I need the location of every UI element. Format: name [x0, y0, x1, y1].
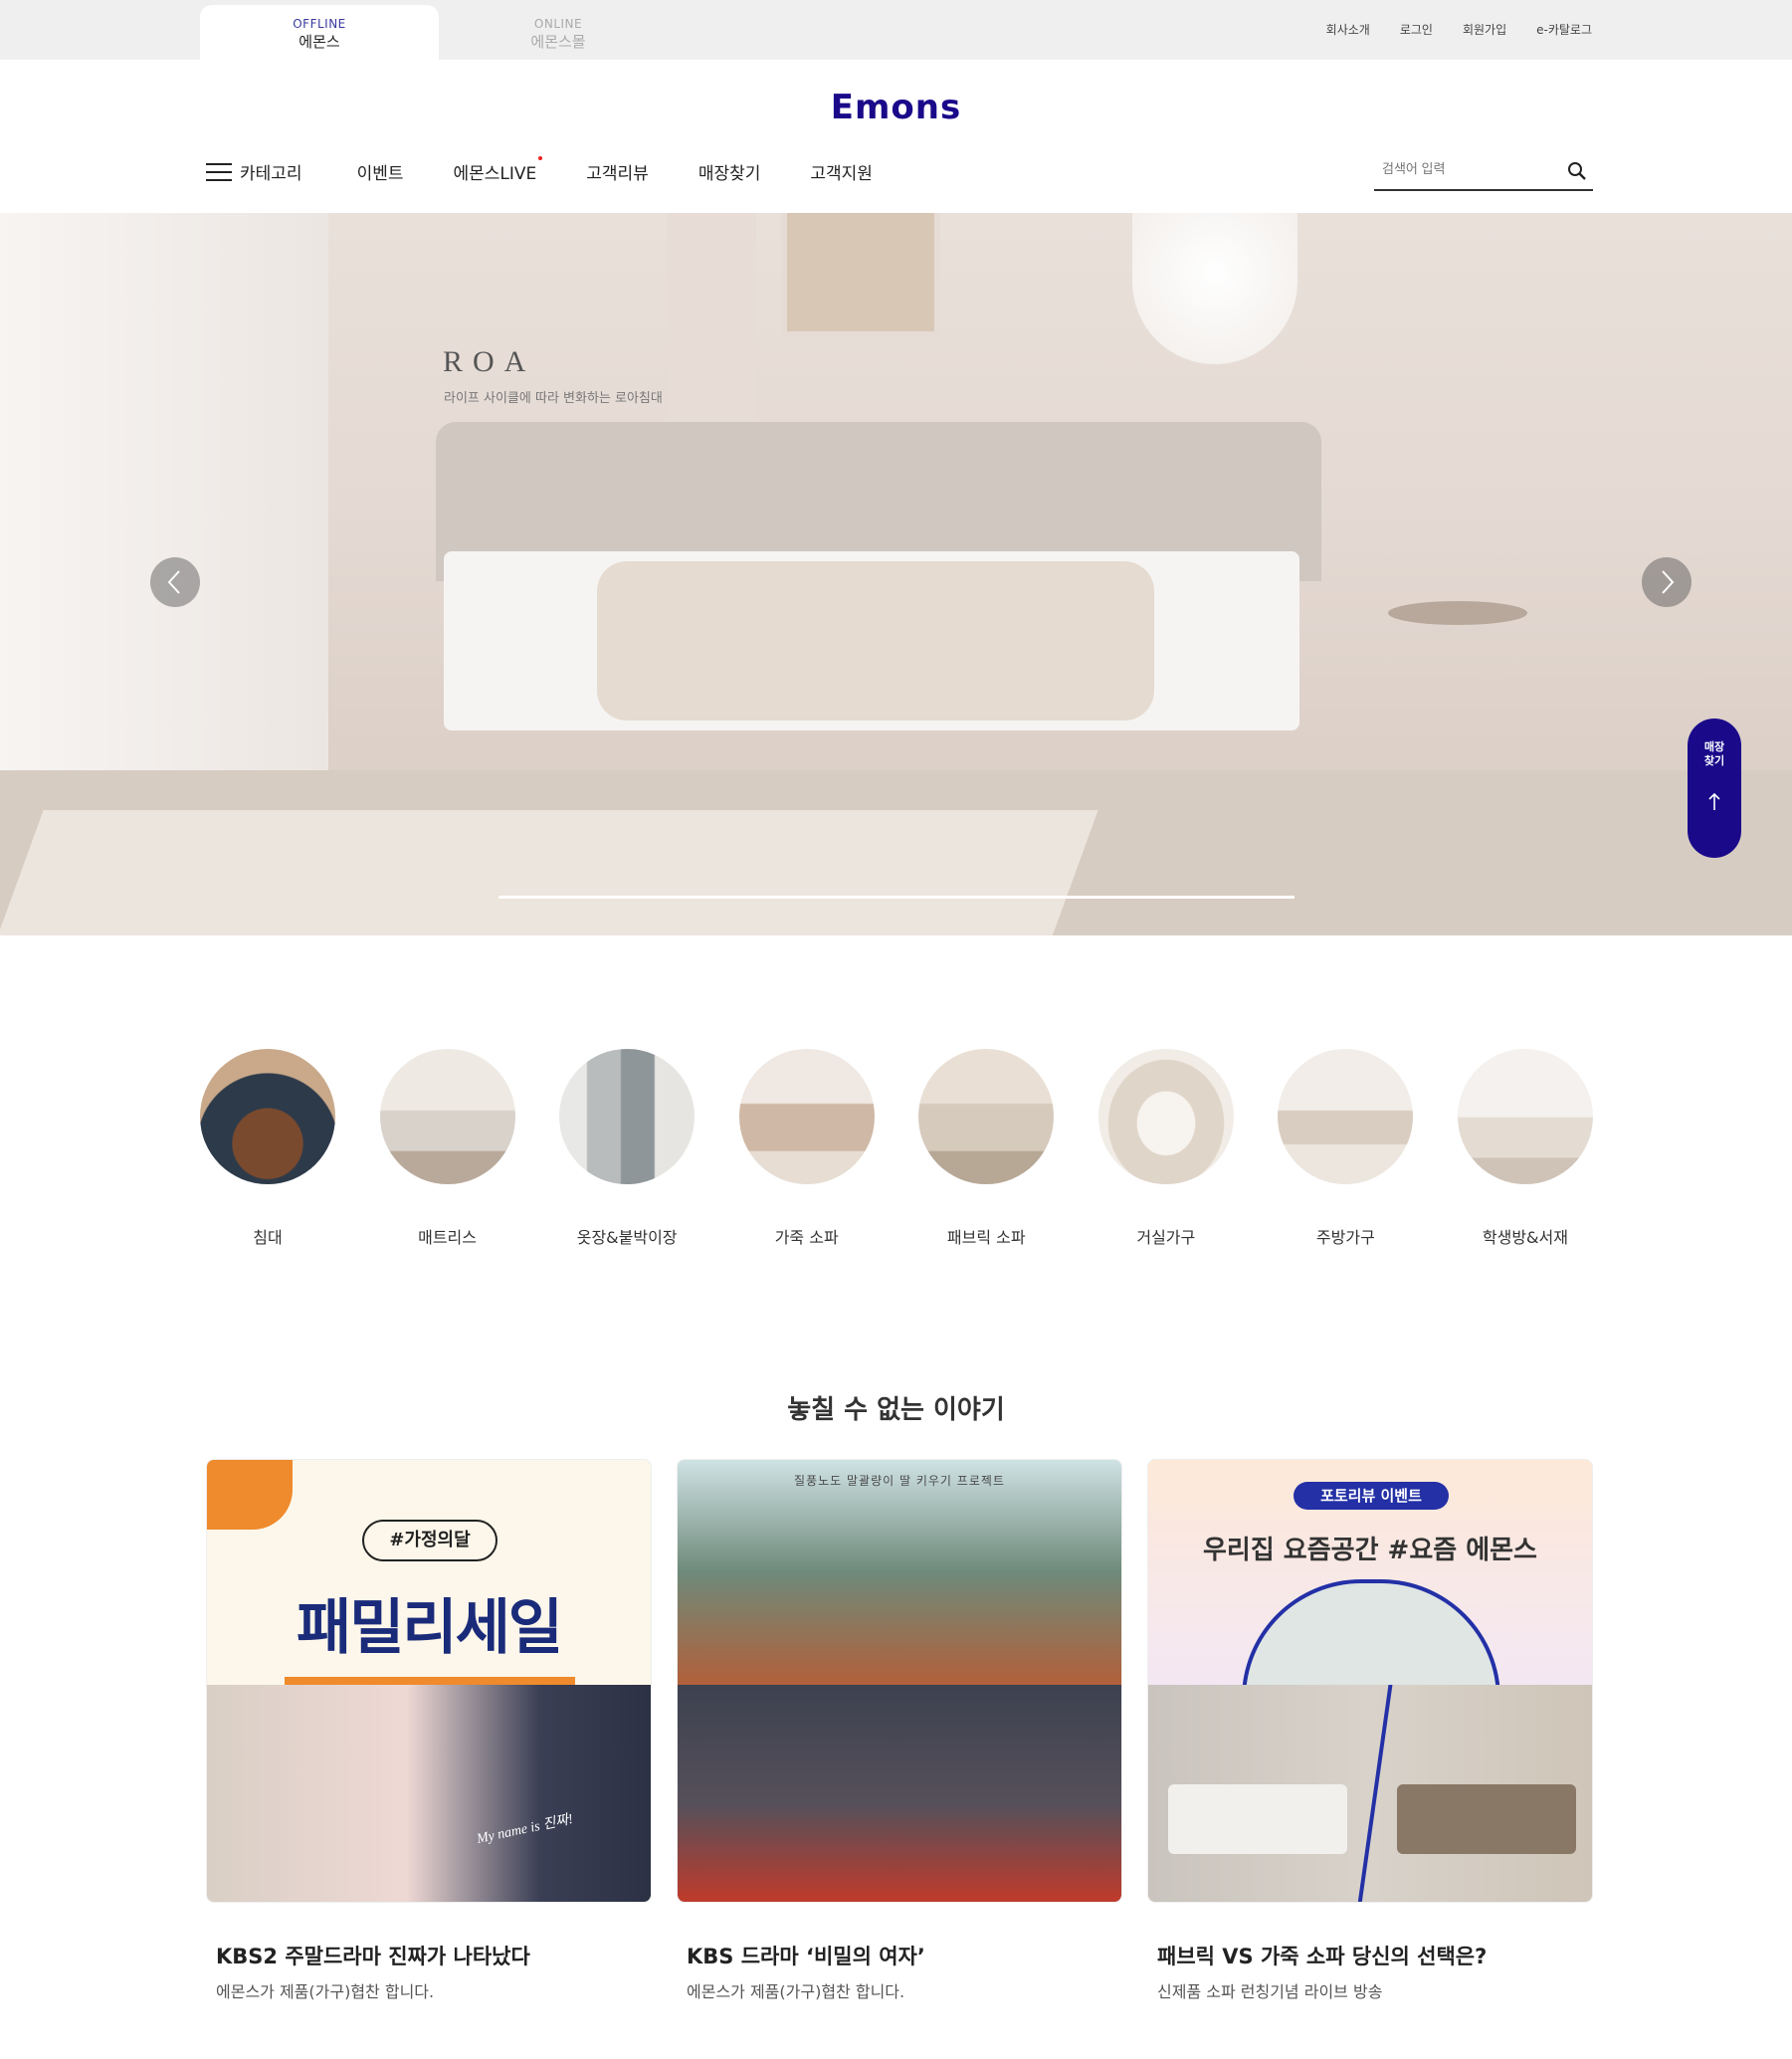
story-card-subtitle: 신제품 소파 런칭기념 라이브 방송 [1157, 1982, 1383, 2001]
tab-online-small: ONLINE [533, 17, 583, 31]
category-label: 매트리스 [418, 1228, 477, 1247]
divider-line [1357, 1685, 1393, 1902]
chevron-left-icon [167, 570, 180, 594]
story-card-subtitle: 에몬스가 제품(가구)협찬 합니다. [216, 1982, 435, 2001]
category-fabric-sofa[interactable]: 패브릭 소파 [918, 1049, 1055, 1248]
category-kitchen-image [1278, 1049, 1414, 1184]
link-company[interactable]: 회사소개 [1326, 21, 1370, 38]
card1-image-title: 패밀리세일 [297, 1593, 563, 1663]
category-menu-button[interactable]: 카테고리 [206, 159, 302, 184]
category-label: 주방가구 [1315, 1228, 1375, 1247]
category-study-image [1457, 1049, 1593, 1184]
search-input[interactable] [1374, 155, 1553, 182]
leather-sofa-shape [1397, 1784, 1576, 1854]
category-label: 학생방&서재 [1482, 1228, 1568, 1247]
hero-next-button[interactable] [1642, 557, 1692, 607]
bed-throw [597, 561, 1154, 721]
card1-hashtag: #가정의달 [362, 1520, 498, 1561]
category-bed[interactable]: 침대 [200, 1049, 335, 1248]
story-card[interactable]: #가정의달 패밀리세일 My name is 진짜! KBS2 주말드라마 진짜… [206, 1459, 652, 2002]
category-label: 옷장&붙박이장 [576, 1228, 678, 1247]
story-card-image: #가정의달 패밀리세일 My name is 진짜! [206, 1459, 652, 1903]
category-label: 패브릭 소파 [946, 1228, 1026, 1247]
link-catalog[interactable]: e-카탈로그 [1536, 21, 1592, 38]
nav-item-support[interactable]: 고객지원 [810, 159, 873, 184]
story-card-title: KBS2 주말드라마 진짜가 나타났다 [216, 1945, 530, 1968]
card1-underline [285, 1677, 575, 1685]
story-card-image: 질풍노도 말괄량이 딸 키우기 프로젝트 [677, 1459, 1122, 1903]
category-living[interactable]: 거실가구 [1097, 1049, 1234, 1248]
hero-banner[interactable]: ROA 라이프 사이클에 따라 변화하는 로아침대 [0, 213, 1792, 935]
hero-niche [781, 213, 940, 337]
category-leather-sofa[interactable]: 가죽 소파 [738, 1049, 875, 1248]
store-finder-line1: 매장 [1703, 740, 1725, 753]
section-title: 놓칠 수 없는 이야기 [787, 1395, 1005, 1425]
category-label: 가죽 소파 [774, 1228, 839, 1247]
category-label: 침대 [253, 1228, 283, 1247]
story-card[interactable]: 포토리뷰 이벤트 우리집 요즘공간 #요즘 에몬스 패브릭 VS 가죽 소파 당… [1147, 1459, 1593, 2002]
story-cards: #가정의달 패밀리세일 My name is 진짜! KBS2 주말드라마 진짜… [206, 1459, 1593, 2002]
nav-item-review[interactable]: 고객리뷰 [586, 159, 649, 184]
story-card-title: KBS 드라마 ‘비밀의 여자’ [687, 1945, 925, 1968]
link-login[interactable]: 로그인 [1400, 21, 1433, 38]
tab-online[interactable]: ONLINE 에몬스몰 [439, 5, 678, 60]
fabric-sofa-shape [1168, 1784, 1347, 1854]
card1-image-photo [207, 1685, 651, 1902]
nav-item-live[interactable]: 에몬스LIVE [453, 156, 543, 184]
category-fabric-sofa-image [918, 1049, 1055, 1184]
story-card[interactable]: 질풍노도 말괄량이 딸 키우기 프로젝트 KBS 드라마 ‘비밀의 여자’ 에몬… [677, 1459, 1122, 2002]
category-label: 거실가구 [1136, 1228, 1196, 1247]
category-label: 카테고리 [240, 164, 302, 184]
side-table [1388, 601, 1527, 625]
site-logo[interactable]: Emons [0, 88, 1792, 127]
card2-image-top [678, 1460, 1121, 1685]
story-card-image: 포토리뷰 이벤트 우리집 요즘공간 #요즘 에몬스 [1147, 1459, 1593, 1903]
main-nav: 카테고리 이벤트 에몬스LIVE 고객리뷰 매장찾기 고객지원 [206, 156, 922, 184]
store-finder-float-button[interactable]: 매장 찾기 [1688, 719, 1741, 858]
nav-item-store[interactable]: 매장찾기 [698, 159, 761, 184]
hero-subtitle: 라이프 사이클에 따라 변화하는 로아침대 [444, 391, 663, 406]
search-icon[interactable] [1567, 161, 1587, 185]
story-card-subtitle: 에몬스가 제품(가구)협찬 합니다. [687, 1982, 905, 2001]
nav-item-event[interactable]: 이벤트 [357, 159, 404, 184]
nav-item-live-label: 에몬스LIVE [453, 164, 537, 184]
card3-image-badge: 포토리뷰 이벤트 [1294, 1482, 1449, 1510]
category-living-image [1097, 1049, 1234, 1184]
category-wardrobe[interactable]: 옷장&붙박이장 [559, 1049, 696, 1248]
hero-lamp [1132, 213, 1297, 364]
card2-image-caption: 질풍노도 말괄량이 딸 키우기 프로젝트 [794, 1474, 1005, 1488]
tab-online-label: 에몬스몰 [530, 33, 586, 51]
chevron-right-icon [1662, 570, 1675, 594]
category-study[interactable]: 학생방&서재 [1457, 1049, 1593, 1248]
tab-offline-small: OFFLINE [293, 17, 346, 31]
arrow-up-icon[interactable] [1688, 792, 1741, 816]
top-bar: OFFLINE 에몬스 ONLINE 에몬스몰 회사소개 로그인 회원가입 e-… [0, 0, 1792, 60]
utility-links: 회사소개 로그인 회원가입 e-카탈로그 [1326, 21, 1592, 38]
hero-prev-button[interactable] [150, 557, 200, 607]
tab-offline[interactable]: OFFLINE 에몬스 [200, 5, 439, 60]
category-wardrobe-image [559, 1049, 696, 1184]
hero-rug [0, 810, 1098, 935]
category-mattress[interactable]: 매트리스 [379, 1049, 515, 1248]
tab-offline-label: 에몬스 [299, 33, 340, 51]
category-kitchen[interactable]: 주방가구 [1278, 1049, 1414, 1248]
search-box [1374, 155, 1593, 191]
store-finder-line2: 찾기 [1703, 754, 1725, 767]
card3-image-photo [1148, 1685, 1592, 1902]
new-dot-icon [538, 156, 543, 160]
hamburger-icon [206, 162, 232, 181]
category-mattress-image [379, 1049, 515, 1184]
hero-title: ROA [443, 345, 536, 378]
card3-image-headline: 우리집 요즘공간 #요즘 에몬스 [1203, 1536, 1537, 1565]
category-bed-image [200, 1049, 335, 1184]
category-list: 침대 매트리스 옷장&붙박이장 가죽 소파 패브릭 소파 거실가구 주방가구 학… [200, 1049, 1593, 1248]
category-leather-sofa-image [738, 1049, 875, 1184]
story-card-title: 패브릭 VS 가죽 소파 당신의 선택은? [1157, 1945, 1488, 1968]
card2-image-photo [678, 1685, 1121, 1902]
link-signup[interactable]: 회원가입 [1463, 21, 1506, 38]
hero-progress-bar [498, 896, 1294, 899]
